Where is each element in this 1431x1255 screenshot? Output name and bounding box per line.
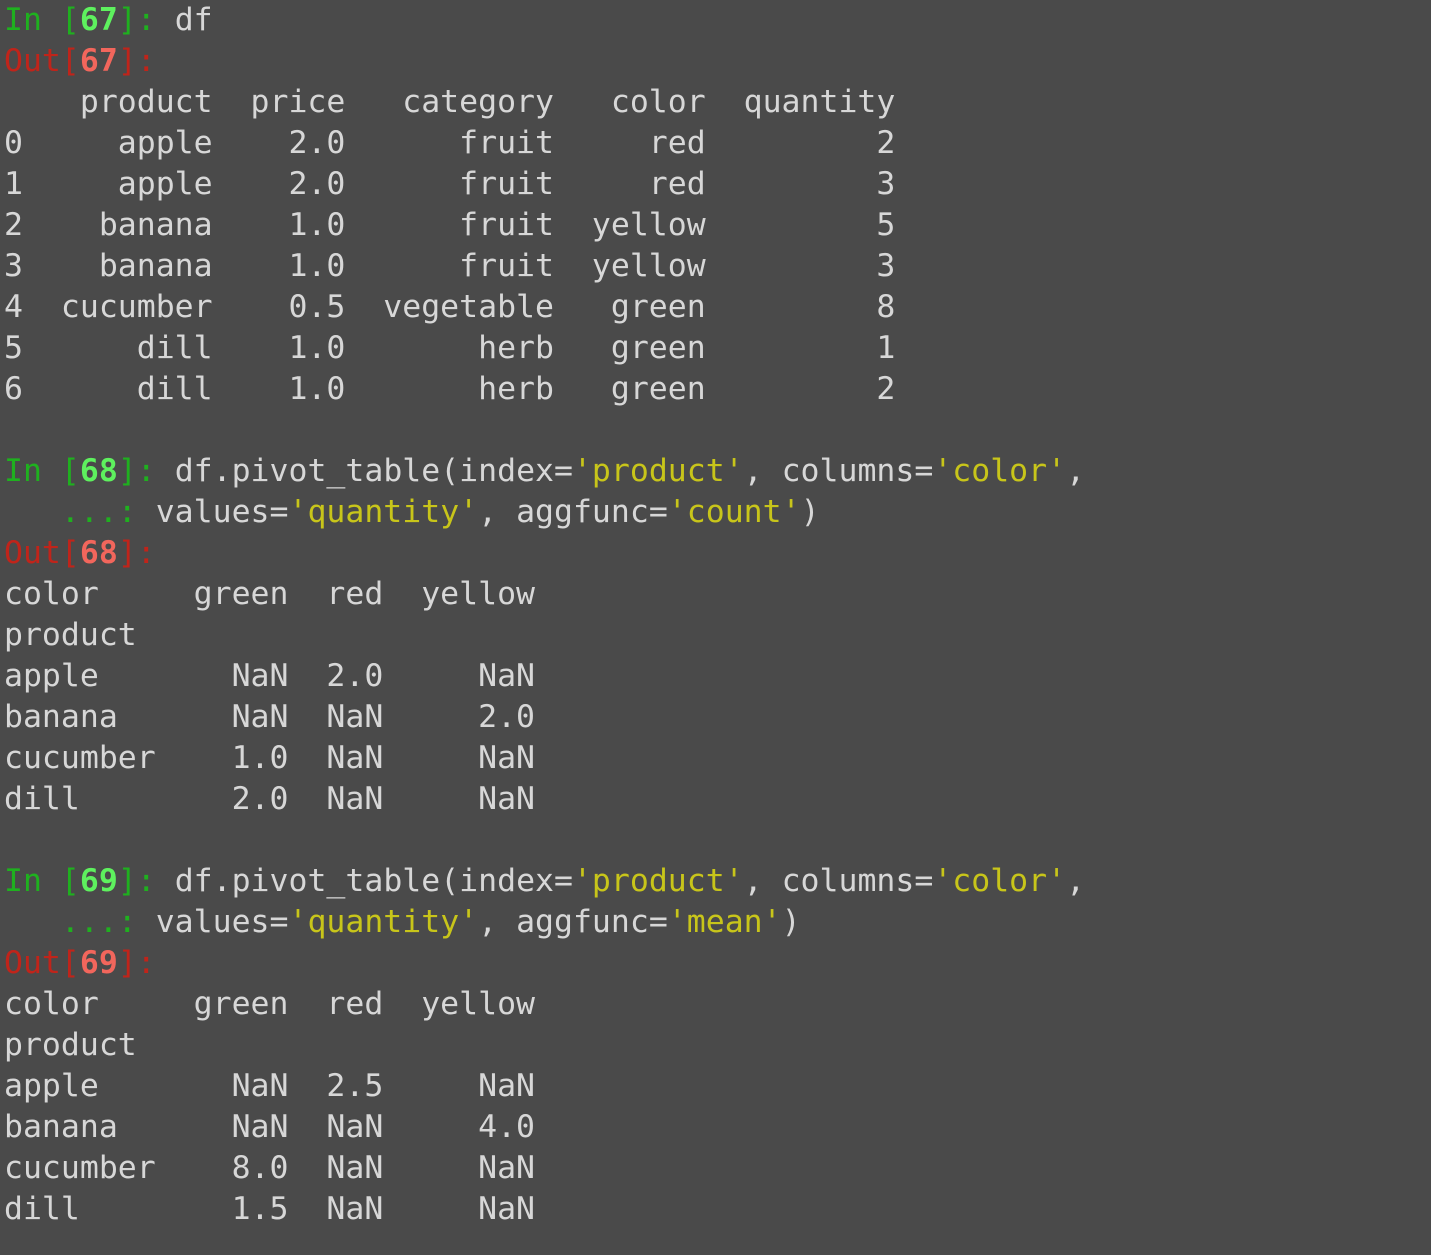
in-prompt-close: ]: <box>117 2 175 38</box>
code-token: , <box>1066 453 1086 489</box>
continuation-prompt-text: ...: <box>4 904 156 940</box>
code-string-literal: 'product' <box>572 453 744 489</box>
dataframe-output: color green red yellow product apple NaN 2… <box>4 574 1085 820</box>
table-row: product <box>4 1027 137 1063</box>
notebook-cell-68: In [68]: df.pivot_table(index='product',… <box>4 451 1085 820</box>
continuation-prompt: ...: <box>4 904 156 940</box>
in-prompt: In [69]: <box>4 863 175 899</box>
code-token: ) <box>781 904 801 940</box>
out-prompt-open: Out[ <box>4 535 80 571</box>
table-row: apple NaN 2.5 NaN <box>4 1068 536 1104</box>
table-row: banana NaN NaN 4.0 <box>4 1109 536 1145</box>
input-line[interactable]: In [68]: df.pivot_table(index='product',… <box>4 451 1085 492</box>
in-prompt-close: ]: <box>117 453 175 489</box>
code-token: , aggfunc= <box>478 494 668 530</box>
in-prompt-open: In [ <box>4 863 80 899</box>
table-header-row: color green red yellow <box>4 576 536 612</box>
table-row: dill 2.0 NaN NaN <box>4 781 536 817</box>
table-row: 3 banana 1.0 fruit yellow 3 <box>4 248 896 284</box>
code-token: values= <box>155 494 289 530</box>
table-row: 2 banana 1.0 fruit yellow 5 <box>4 207 896 243</box>
table-row: apple NaN 2.0 NaN <box>4 658 536 694</box>
continuation-prompt-text: ...: <box>4 494 156 530</box>
code-string-literal: 'color' <box>933 863 1067 899</box>
code-token: df.pivot_table(index= <box>174 863 573 899</box>
dataframe-output: color green red yellow product apple NaN 2… <box>4 984 1085 1230</box>
code-string-literal: 'product' <box>572 863 744 899</box>
out-prompt: Out[68]: <box>4 533 1085 574</box>
input-line[interactable]: In [69]: df.pivot_table(index='product',… <box>4 861 1085 902</box>
table-row: 4 cucumber 0.5 vegetable green 8 <box>4 289 896 325</box>
in-prompt-number: 67 <box>79 2 118 38</box>
table-row: 0 apple 2.0 fruit red 2 <box>4 125 896 161</box>
in-prompt-number: 68 <box>79 453 118 489</box>
table-row: product <box>4 617 137 653</box>
code-token: df.pivot_table(index= <box>174 453 573 489</box>
out-prompt: Out[67]: <box>4 41 1085 82</box>
table-row: 5 dill 1.0 herb green 1 <box>4 330 896 366</box>
in-prompt-open: In [ <box>4 453 80 489</box>
in-prompt: In [67]: <box>4 2 175 38</box>
notebook-cell-69: In [69]: df.pivot_table(index='product',… <box>4 861 1085 1230</box>
code-token: , aggfunc= <box>478 904 668 940</box>
input-continuation-line[interactable]: ...: values='quantity', aggfunc='mean') <box>4 902 1085 943</box>
table-row: 6 dill 1.0 herb green 2 <box>4 371 896 407</box>
out-prompt-number: 67 <box>79 43 118 79</box>
code-token: , columns= <box>743 453 934 489</box>
in-prompt-number: 69 <box>79 863 118 899</box>
code-token: df <box>174 2 213 38</box>
code-string-literal: 'quantity' <box>288 904 479 940</box>
code-string-literal: 'color' <box>933 453 1067 489</box>
notebook-cell-67: In [67]: df Out[67]: product price catego… <box>4 0 1085 410</box>
code-token: ) <box>800 494 820 530</box>
out-prompt-close: ]: <box>117 535 156 571</box>
code-string-literal: 'quantity' <box>288 494 479 530</box>
ipython-terminal[interactable]: In [67]: df Out[67]: product price catego… <box>4 0 1085 1230</box>
table-header-row: product price category color quantity <box>4 84 896 120</box>
code-token: , columns= <box>743 863 934 899</box>
table-row: 1 apple 2.0 fruit red 3 <box>4 166 896 202</box>
table-row: cucumber 8.0 NaN NaN <box>4 1150 536 1186</box>
table-row: banana NaN NaN 2.0 <box>4 699 536 735</box>
out-prompt-open: Out[ <box>4 43 80 79</box>
table-row: dill 1.5 NaN NaN <box>4 1191 536 1227</box>
table-row: cucumber 1.0 NaN NaN <box>4 740 536 776</box>
out-prompt-close: ]: <box>117 43 156 79</box>
in-prompt-close: ]: <box>117 863 175 899</box>
input-line[interactable]: In [67]: df <box>4 0 1085 41</box>
code-token: values= <box>155 904 289 940</box>
table-header-row: color green red yellow <box>4 986 536 1022</box>
out-prompt-number: 68 <box>79 535 118 571</box>
out-prompt-close: ]: <box>117 945 156 981</box>
in-prompt: In [68]: <box>4 453 175 489</box>
out-prompt-number: 69 <box>79 945 118 981</box>
in-prompt-open: In [ <box>4 2 80 38</box>
dataframe-output: product price category color quantity 0 a… <box>4 82 1085 410</box>
continuation-prompt: ...: <box>4 494 156 530</box>
code-string-literal: 'count' <box>667 494 801 530</box>
out-prompt: Out[69]: <box>4 943 1085 984</box>
out-prompt-open: Out[ <box>4 945 80 981</box>
code-token: , <box>1066 863 1086 899</box>
input-continuation-line[interactable]: ...: values='quantity', aggfunc='count') <box>4 492 1085 533</box>
code-string-literal: 'mean' <box>667 904 782 940</box>
